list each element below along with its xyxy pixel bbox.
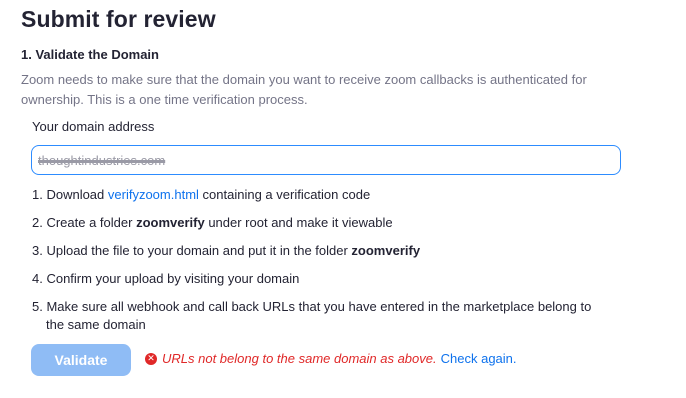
step-same-domain: 5. Make sure all webhook and call back U… <box>32 299 592 332</box>
section-title: 1. Validate the Domain <box>21 47 159 62</box>
domain-field-label: Your domain address <box>32 119 155 134</box>
validate-button[interactable]: Validate <box>31 344 131 376</box>
folder-name: zoomverify <box>136 215 205 230</box>
validation-error: ✕ URLs not belong to the same domain as … <box>145 351 517 366</box>
error-message: URLs not belong to the same domain as ab… <box>162 351 437 366</box>
step-create-folder: 2. Create a folder zoomverify under root… <box>32 215 393 230</box>
section-description: Zoom needs to make sure that the domain … <box>21 72 587 107</box>
page-title: Submit for review <box>21 6 216 32</box>
step-download: 1. Download verifyzoom.html containing a… <box>32 187 371 202</box>
step-confirm: 4. Confirm your upload by visiting your … <box>32 271 300 286</box>
error-circle-icon: ✕ <box>145 352 157 365</box>
verify-file-link[interactable]: verifyzoom.html <box>108 187 199 202</box>
step-upload: 3. Upload the file to your domain and pu… <box>32 243 421 258</box>
check-again-link[interactable]: Check again. <box>441 351 517 366</box>
folder-name: zoomverify <box>351 243 421 258</box>
domain-input[interactable] <box>31 145 621 175</box>
